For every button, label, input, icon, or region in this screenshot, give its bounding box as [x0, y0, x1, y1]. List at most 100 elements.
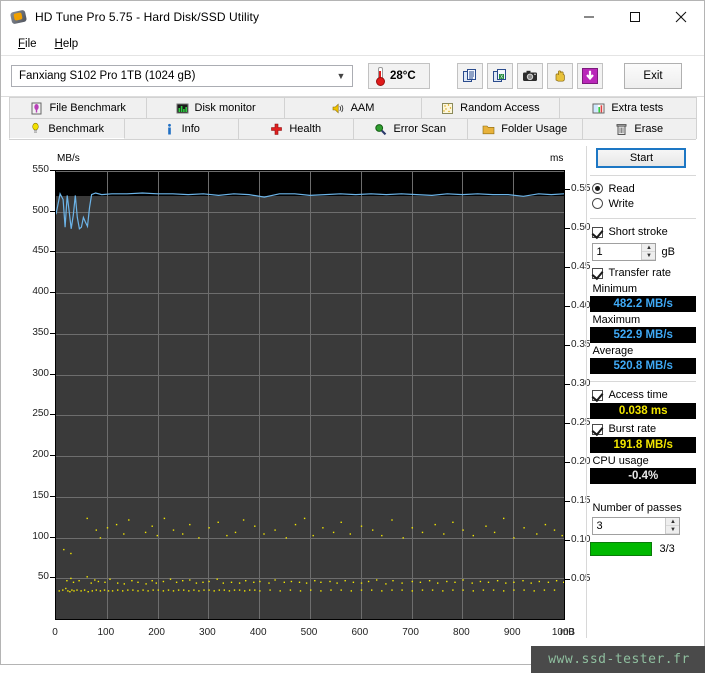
average-value: 520.8 MB/s [590, 358, 696, 374]
tab-row-1: File Benchmark Disk monitor AAM Random A… [9, 97, 696, 118]
checkbox-transfer-rate-icon [592, 268, 603, 279]
drive-select[interactable]: Fanxiang S102 Pro 1TB (1024 gB) ▼ [11, 65, 353, 87]
x-axis-unit: mB [560, 627, 575, 638]
burst-rate-value: 191.8 MB/s [590, 437, 696, 453]
checkbox-burst-rate-icon [592, 424, 603, 435]
radio-write[interactable]: Write [592, 196, 696, 211]
passes-stepper-down-icon[interactable]: ▼ [666, 526, 679, 534]
y-tick-left: 200 [23, 449, 49, 460]
plot-svg [56, 171, 564, 619]
checkbox-access-time[interactable]: Access time [592, 387, 696, 403]
tab-file-benchmark[interactable]: File Benchmark [9, 97, 147, 118]
hdtune-logo-icon [10, 8, 28, 26]
tab-folder-usage[interactable]: Folder Usage [467, 118, 583, 139]
x-tick: 200 [137, 627, 177, 638]
radio-read[interactable]: Read [592, 181, 696, 196]
divider [590, 175, 696, 176]
error-scan-magnifier-icon [374, 123, 387, 136]
checkbox-transfer-rate[interactable]: Transfer rate [592, 265, 696, 281]
tab-disk-monitor[interactable]: Disk monitor [146, 97, 284, 118]
y-tickmark-right [565, 579, 570, 580]
download-icon[interactable] [577, 63, 603, 89]
y-tickmark-left [50, 414, 55, 415]
health-cross-icon [270, 123, 283, 136]
tab-label: AAM [351, 102, 375, 114]
tab-extra-tests[interactable]: Extra tests [559, 97, 697, 118]
menu-help[interactable]: Help [46, 36, 88, 52]
tab-label: Benchmark [48, 123, 104, 135]
passes-stepper[interactable]: ▲ ▼ [592, 517, 680, 535]
tab-strip: File Benchmark Disk monitor AAM Random A… [1, 97, 704, 139]
radio-write-icon [592, 198, 603, 209]
y-tick-left: 50 [23, 571, 49, 582]
y-tickmark-left [50, 292, 55, 293]
progress-text: 3/3 [659, 543, 674, 555]
tab-error-scan[interactable]: Error Scan [353, 118, 469, 139]
passes-stepper-buttons[interactable]: ▲ ▼ [665, 518, 679, 534]
x-tick: 900 [492, 627, 532, 638]
cpu-usage-value: -0.4% [590, 468, 696, 484]
maximize-icon[interactable] [612, 1, 658, 32]
site-watermark: www.ssd-tester.fr [531, 646, 705, 673]
copy-icon[interactable] [457, 63, 483, 89]
y-tick-left: 100 [23, 531, 49, 542]
tab-info[interactable]: Info [124, 118, 240, 139]
y-tickmark-right [565, 306, 570, 307]
menu-bar: File Help [1, 33, 704, 56]
tab-benchmark[interactable]: Benchmark [9, 118, 125, 139]
passes-stepper-up-icon[interactable]: ▲ [666, 518, 679, 526]
short-stroke-stepper[interactable]: ▲ ▼ [592, 243, 656, 261]
extra-tests-icon [592, 102, 605, 115]
y-tick-left: 350 [23, 327, 49, 338]
camera-icon[interactable] [517, 63, 543, 89]
tab-erase[interactable]: Erase [582, 118, 698, 139]
y-tickmark-left [50, 374, 55, 375]
temperature-value: 28°C [390, 70, 416, 82]
x-tick: 100 [86, 627, 126, 638]
close-icon[interactable] [658, 1, 704, 32]
minimize-icon[interactable] [566, 1, 612, 32]
checkbox-short-stroke-label: Short stroke [608, 226, 667, 238]
content-area: MB/s ms 50100150200250300350400450500550… [1, 140, 704, 646]
drive-select-value: Fanxiang S102 Pro 1TB (1024 gB) [19, 70, 195, 82]
tab-random-access[interactable]: Random Access [421, 97, 559, 118]
toolbar-icon-group: X [457, 63, 603, 89]
window-controls [566, 1, 704, 32]
tab-label: File Benchmark [49, 102, 125, 114]
tab-health[interactable]: Health [238, 118, 354, 139]
stepper-up-icon[interactable]: ▲ [642, 244, 655, 252]
x-tick: 300 [187, 627, 227, 638]
y-tickmark-right [565, 189, 570, 190]
folder-usage-icon [482, 123, 495, 136]
y-axis-left-unit: MB/s [57, 153, 80, 164]
checkbox-burst-rate-label: Burst rate [608, 423, 656, 435]
exit-button[interactable]: Exit [624, 63, 682, 89]
tab-aam[interactable]: AAM [284, 97, 422, 118]
toolbar: Fanxiang S102 Pro 1TB (1024 gB) ▼ 28°C [1, 56, 704, 97]
y-tickmark-right [565, 501, 570, 502]
checkbox-short-stroke[interactable]: Short stroke [592, 224, 696, 240]
checkbox-burst-rate[interactable]: Burst rate [592, 421, 696, 437]
y-tickmark-right [565, 345, 570, 346]
y-tickmark-left [50, 577, 55, 578]
x-tick: 700 [391, 627, 431, 638]
benchmark-chart: MB/s ms 50100150200250300350400450500550… [9, 146, 584, 646]
short-stroke-input[interactable] [593, 243, 641, 261]
hand-icon[interactable] [547, 63, 573, 89]
stepper-buttons[interactable]: ▲ ▼ [641, 244, 655, 260]
menu-file[interactable]: File [9, 36, 46, 52]
tab-label: Folder Usage [501, 123, 567, 135]
start-button[interactable]: Start [596, 148, 686, 168]
copy-excel-icon[interactable]: X [487, 63, 513, 89]
checkbox-access-time-label: Access time [608, 389, 667, 401]
stepper-down-icon[interactable]: ▼ [642, 252, 655, 260]
radio-read-icon [592, 183, 603, 194]
passes-input[interactable] [593, 517, 665, 535]
benchmark-options-panel: Start Read Write Short stroke ▲ [590, 146, 696, 646]
title-bar: HD Tune Pro 5.75 - Hard Disk/SSD Utility [1, 1, 704, 33]
y-tickmark-left [50, 211, 55, 212]
y-tick-left: 450 [23, 245, 49, 256]
y-tickmark-left [50, 496, 55, 497]
panel-divider [586, 146, 587, 638]
x-tick: 800 [441, 627, 481, 638]
